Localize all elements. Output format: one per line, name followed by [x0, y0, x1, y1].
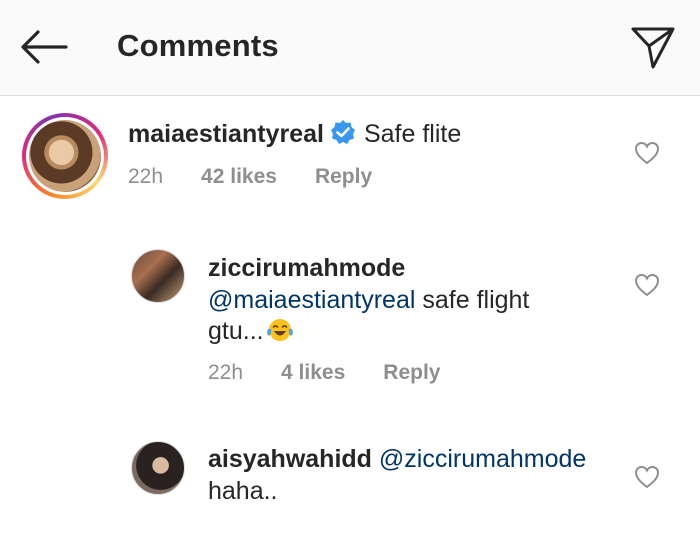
comment-username[interactable]: aisyahwahidd	[208, 445, 372, 473]
top-bar: Comments	[0, 0, 700, 96]
comment-2-line1: @maiaestiantyreal safe flight	[208, 285, 529, 315]
comment-2-line2: gtu...	[208, 316, 294, 346]
arrow-left-icon	[21, 30, 68, 64]
back-button[interactable]	[16, 22, 72, 72]
reply-button[interactable]: Reply	[383, 361, 440, 385]
like-button[interactable]	[632, 270, 662, 300]
comment-text: safe flight	[422, 286, 530, 314]
comment-2-username-line: ziccirumahmode	[208, 253, 405, 283]
comment-1-meta: 22h 42 likes Reply	[128, 165, 372, 189]
share-button[interactable]	[624, 20, 682, 74]
likes-count[interactable]: 4 likes	[281, 361, 345, 385]
reply-button[interactable]: Reply	[315, 165, 372, 189]
comment-1-line: maiaestiantyreal Safe flite	[128, 119, 461, 149]
comment-text: haha..	[208, 477, 278, 505]
comment-timestamp: 22h	[128, 165, 164, 188]
comment-3-line2: haha..	[208, 476, 278, 506]
avatar[interactable]	[131, 441, 185, 495]
avatar	[29, 120, 101, 192]
paper-plane-icon	[631, 27, 675, 69]
comment-2-meta: 22h 4 likes Reply	[208, 361, 440, 385]
comment-3-line1: aisyahwahidd @ziccirumahmode	[208, 444, 586, 474]
like-button[interactable]	[632, 138, 662, 168]
mention-link[interactable]: @ziccirumahmode	[379, 445, 586, 473]
like-button[interactable]	[632, 462, 662, 492]
heart-icon	[634, 141, 660, 165]
page-title: Comments	[117, 28, 279, 63]
heart-icon	[634, 465, 660, 489]
comment-username[interactable]: maiaestiantyreal	[128, 120, 324, 148]
likes-count[interactable]: 42 likes	[201, 165, 277, 189]
mention-link[interactable]: @maiaestiantyreal	[208, 286, 415, 314]
avatar-story-ring[interactable]	[22, 113, 108, 199]
comment-text: gtu...	[208, 317, 264, 345]
comment-timestamp: 22h	[208, 361, 244, 384]
comment-text: Safe flite	[363, 120, 462, 148]
avatar[interactable]	[131, 249, 185, 303]
comment-username[interactable]: ziccirumahmode	[208, 254, 405, 282]
verified-badge-icon	[330, 120, 355, 144]
face-with-tears-of-joy-icon	[266, 319, 293, 341]
heart-icon	[634, 273, 660, 297]
